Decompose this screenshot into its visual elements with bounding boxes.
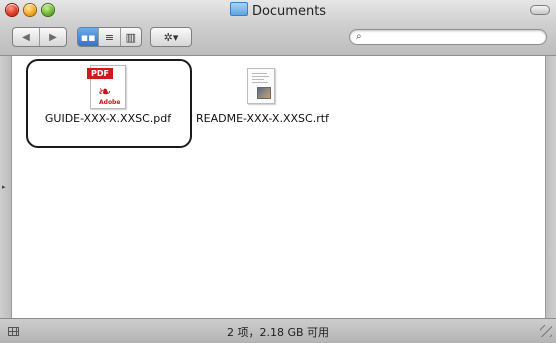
status-bar: 2 项，2.18 GB 可用 [0, 318, 556, 343]
back-forward-control: ◀ ▶ [12, 27, 67, 47]
status-text: 2 项，2.18 GB 可用 [226, 326, 330, 339]
column-view-button[interactable]: ▥ [119, 28, 141, 46]
sidebar-handle-icon[interactable]: ▸ [2, 183, 6, 191]
resize-handle-icon[interactable] [540, 325, 552, 337]
forward-button[interactable]: ▶ [39, 28, 66, 46]
list-view-button[interactable]: ≡ [98, 28, 119, 46]
selection-highlight-frame [26, 59, 192, 148]
file-item-readme-rtf[interactable]: README-XXX-X.XXSC.rtf [196, 68, 329, 125]
right-frame-edge [545, 56, 556, 318]
search-field[interactable]: ⌕ [349, 29, 547, 46]
window-title-text: Documents [251, 4, 327, 19]
file-name-label: README-XXX-X.XXSC.rtf [196, 112, 329, 125]
window-title: Documents [0, 2, 556, 19]
search-icon: ⌕ [356, 31, 362, 42]
folder-icon [229, 2, 248, 16]
action-menu-button[interactable]: ✲▾ [150, 27, 192, 47]
rtf-document-icon [247, 68, 275, 104]
view-mode-control: ▪▪ ≡ ▥ [77, 27, 142, 47]
search-input[interactable] [368, 30, 542, 46]
back-button[interactable]: ◀ [13, 28, 39, 46]
icon-view-button[interactable]: ▪▪ [78, 28, 99, 46]
finder-window: Documents ◀ ▶ ▪▪ ≡ ▥ ✲▾ ⌕ ▸ PDF ❧ Adobe … [0, 0, 556, 343]
toolbar-toggle-button[interactable] [530, 5, 550, 15]
title-toolbar-bar: Documents ◀ ▶ ▪▪ ≡ ▥ ✲▾ ⌕ [0, 0, 556, 56]
